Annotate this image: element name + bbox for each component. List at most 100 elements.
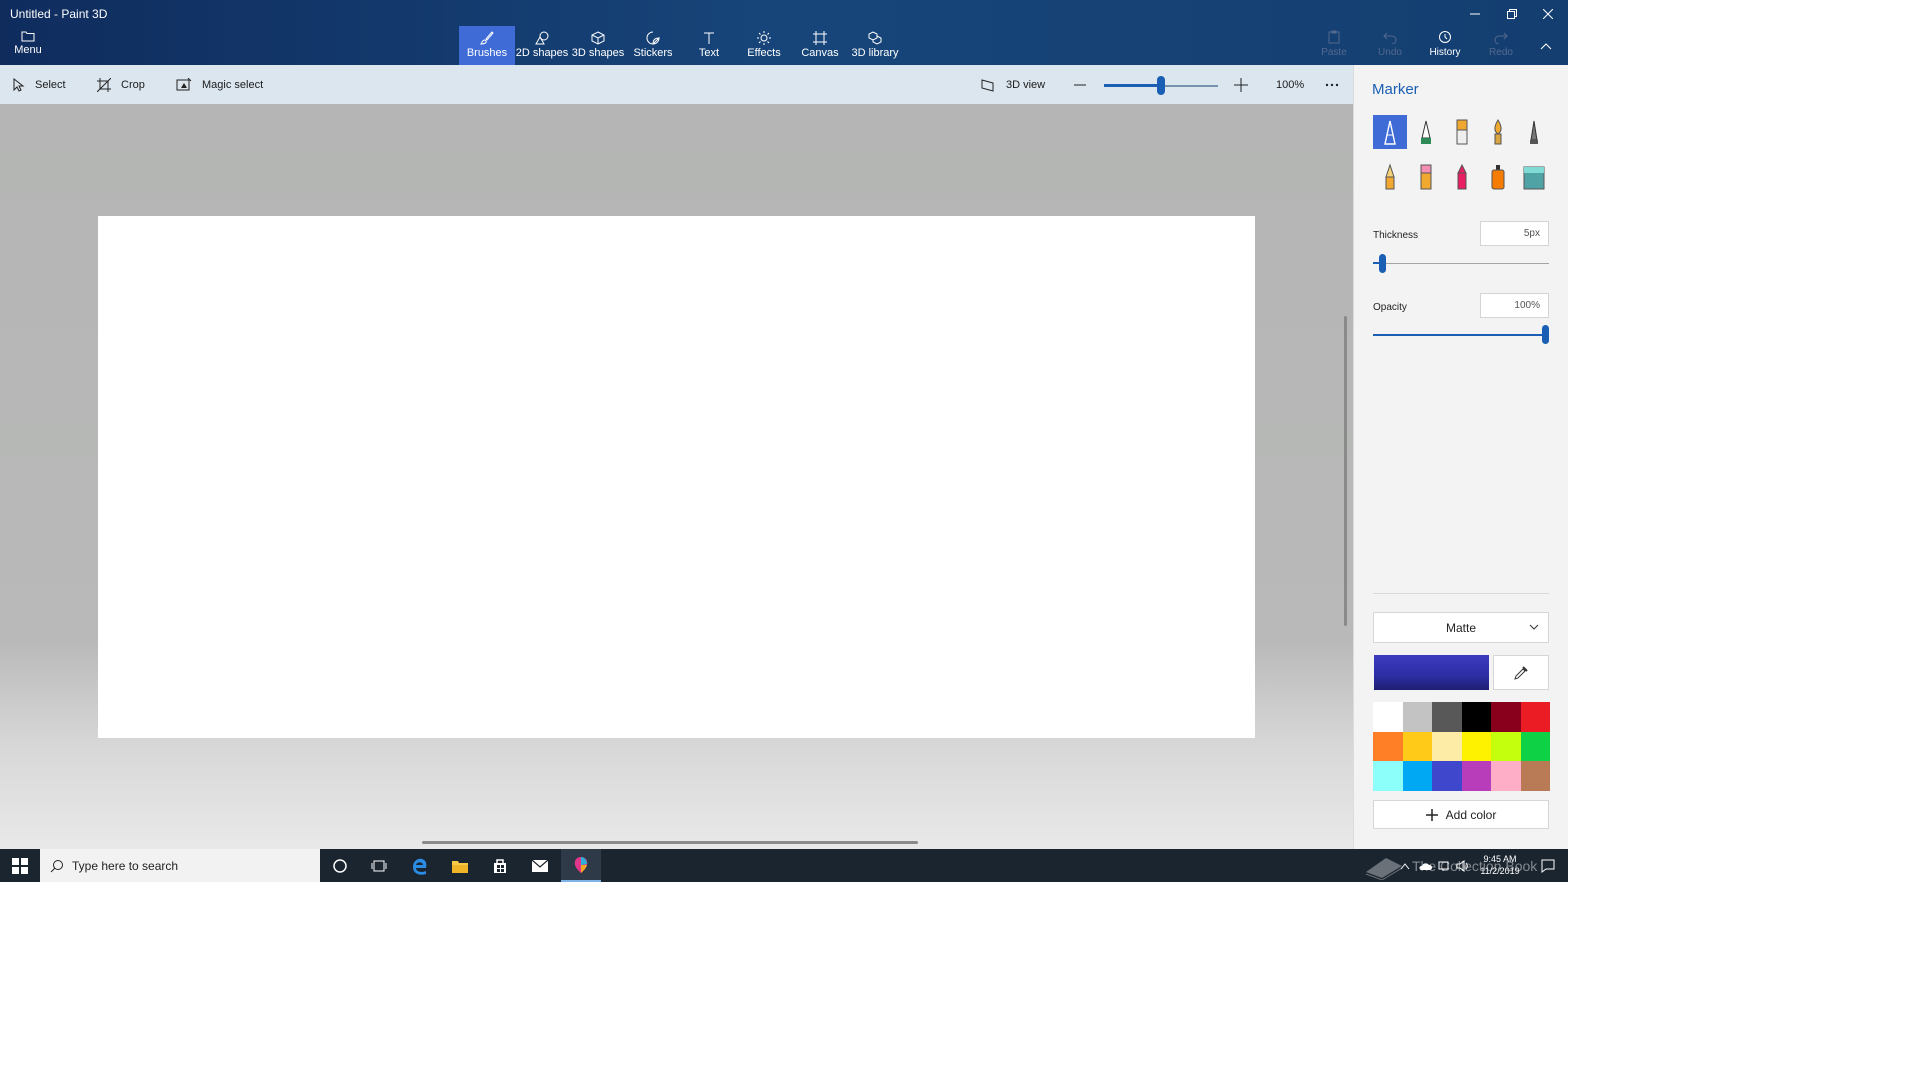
brush-crayon[interactable]: [1445, 160, 1479, 194]
cursor-icon: [13, 77, 25, 92]
fill-bucket-icon: [1523, 166, 1545, 190]
thickness-input[interactable]: 5px: [1480, 221, 1549, 246]
brush-eraser[interactable]: [1409, 160, 1443, 194]
color-swatch[interactable]: [1432, 761, 1462, 791]
marker-icon: [1384, 120, 1396, 145]
brush-icon: [480, 31, 494, 45]
crayon-icon: [1457, 163, 1467, 190]
taskbar-search[interactable]: Type here to search: [40, 849, 320, 882]
tab-label: Effects: [747, 47, 781, 59]
tab-3d-library[interactable]: 3D library: [847, 26, 903, 65]
store-button[interactable]: [480, 849, 520, 882]
color-swatch[interactable]: [1491, 731, 1521, 761]
current-color-swatch[interactable]: [1374, 655, 1489, 690]
tab-brushes[interactable]: Brushes: [459, 26, 515, 65]
color-swatch[interactable]: [1373, 761, 1403, 791]
crop-button[interactable]: Crop: [97, 65, 145, 104]
mail-button[interactable]: [520, 849, 560, 882]
vertical-scrollbar[interactable]: [1344, 316, 1347, 626]
folder-icon: [452, 860, 468, 873]
tab-3d-shapes[interactable]: 3D shapes: [570, 26, 626, 65]
paint3d-taskbar-button[interactable]: [561, 849, 601, 882]
history-button[interactable]: History: [1420, 30, 1470, 58]
store-icon: [494, 858, 506, 873]
2d-shapes-icon: [535, 31, 549, 45]
plus-icon: [1425, 808, 1438, 821]
task-view-button[interactable]: [359, 849, 399, 882]
edge-icon: [413, 858, 427, 875]
paste-label: Paste: [1321, 47, 1347, 58]
tab-text[interactable]: Text: [681, 26, 737, 65]
crop-label: Crop: [121, 78, 145, 91]
thickness-slider-thumb[interactable]: [1378, 254, 1386, 273]
color-swatch[interactable]: [1491, 702, 1521, 732]
brush-marker[interactable]: [1373, 115, 1407, 149]
workspace: [0, 104, 1353, 849]
color-swatch[interactable]: [1461, 761, 1491, 791]
menu-button[interactable]: Menu: [8, 30, 48, 62]
color-swatch[interactable]: [1373, 702, 1403, 732]
zoom-percent[interactable]: 100%: [1276, 65, 1304, 104]
history-label: History: [1429, 47, 1461, 58]
brush-panel: Marker Thickness 5px Opacity 100% Matte …: [1353, 65, 1568, 849]
task-view-icon: [371, 860, 387, 871]
more-options-button[interactable]: [1325, 65, 1349, 104]
book-logo-icon: [1365, 857, 1403, 880]
start-button[interactable]: [0, 849, 40, 882]
zoom-slider-thumb[interactable]: [1157, 76, 1165, 95]
panel-title: Marker: [1372, 81, 1419, 98]
pixel-pen-icon: [1530, 120, 1538, 144]
opacity-slider-thumb[interactable]: [1542, 325, 1549, 344]
brush-oil[interactable]: [1445, 115, 1479, 149]
3d-view-button[interactable]: 3D view: [980, 65, 1045, 104]
thickness-slider-track[interactable]: [1373, 263, 1549, 264]
color-swatch[interactable]: [1491, 761, 1521, 791]
color-swatch[interactable]: [1402, 761, 1432, 791]
close-button[interactable]: [1525, 0, 1571, 28]
color-swatch[interactable]: [1520, 731, 1550, 761]
title-bar: Untitled - Paint 3D Menu Brushes 2D shap…: [0, 0, 1568, 65]
cortana-button[interactable]: [320, 849, 360, 882]
drawing-canvas[interactable]: [98, 216, 1255, 738]
paste-button[interactable]: Paste: [1309, 30, 1359, 58]
horizontal-scrollbar[interactable]: [422, 841, 918, 844]
color-swatch[interactable]: [1432, 731, 1462, 761]
brush-watercolor[interactable]: [1481, 115, 1515, 149]
color-swatch[interactable]: [1432, 702, 1462, 732]
color-swatch[interactable]: [1461, 731, 1491, 761]
tab-effects[interactable]: Effects: [736, 26, 792, 65]
undo-button[interactable]: Undo: [1365, 30, 1415, 58]
brush-spray-can[interactable]: [1481, 160, 1515, 194]
color-swatch[interactable]: [1402, 731, 1432, 761]
color-swatch[interactable]: [1373, 731, 1403, 761]
brush-fill[interactable]: [1517, 160, 1551, 194]
collapse-ribbon-button[interactable]: [1526, 32, 1566, 60]
zoom-out-button[interactable]: [1074, 65, 1096, 104]
select-button[interactable]: Select: [13, 65, 66, 104]
color-swatch[interactable]: [1520, 702, 1550, 732]
color-swatch[interactable]: [1402, 702, 1432, 732]
zoom-in-button[interactable]: [1234, 65, 1258, 104]
tab-2d-shapes[interactable]: 2D shapes: [514, 26, 570, 65]
magic-select-button[interactable]: Magic select: [176, 65, 263, 104]
add-color-button[interactable]: Add color: [1373, 800, 1549, 829]
redo-icon: [1494, 32, 1508, 44]
eyedropper-button[interactable]: [1493, 655, 1549, 690]
edge-button[interactable]: [400, 849, 440, 882]
brush-calligraphy-pen[interactable]: [1409, 115, 1443, 149]
eraser-icon: [1420, 164, 1432, 190]
magic-select-icon: [176, 77, 192, 90]
opacity-input[interactable]: 100%: [1480, 293, 1549, 318]
color-swatch[interactable]: [1461, 702, 1491, 732]
watermark-text: The Collection Book: [1412, 857, 1538, 874]
file-explorer-button[interactable]: [440, 849, 480, 882]
redo-button[interactable]: Redo: [1476, 30, 1526, 58]
finish-dropdown[interactable]: Matte: [1373, 612, 1549, 643]
brush-pixel-pen[interactable]: [1517, 115, 1551, 149]
tab-label: 3D library: [851, 47, 899, 59]
color-swatch[interactable]: [1520, 761, 1550, 791]
tab-stickers[interactable]: Stickers: [625, 26, 681, 65]
text-icon: [704, 32, 714, 44]
brush-pencil[interactable]: [1373, 160, 1407, 194]
tab-canvas[interactable]: Canvas: [792, 26, 848, 65]
